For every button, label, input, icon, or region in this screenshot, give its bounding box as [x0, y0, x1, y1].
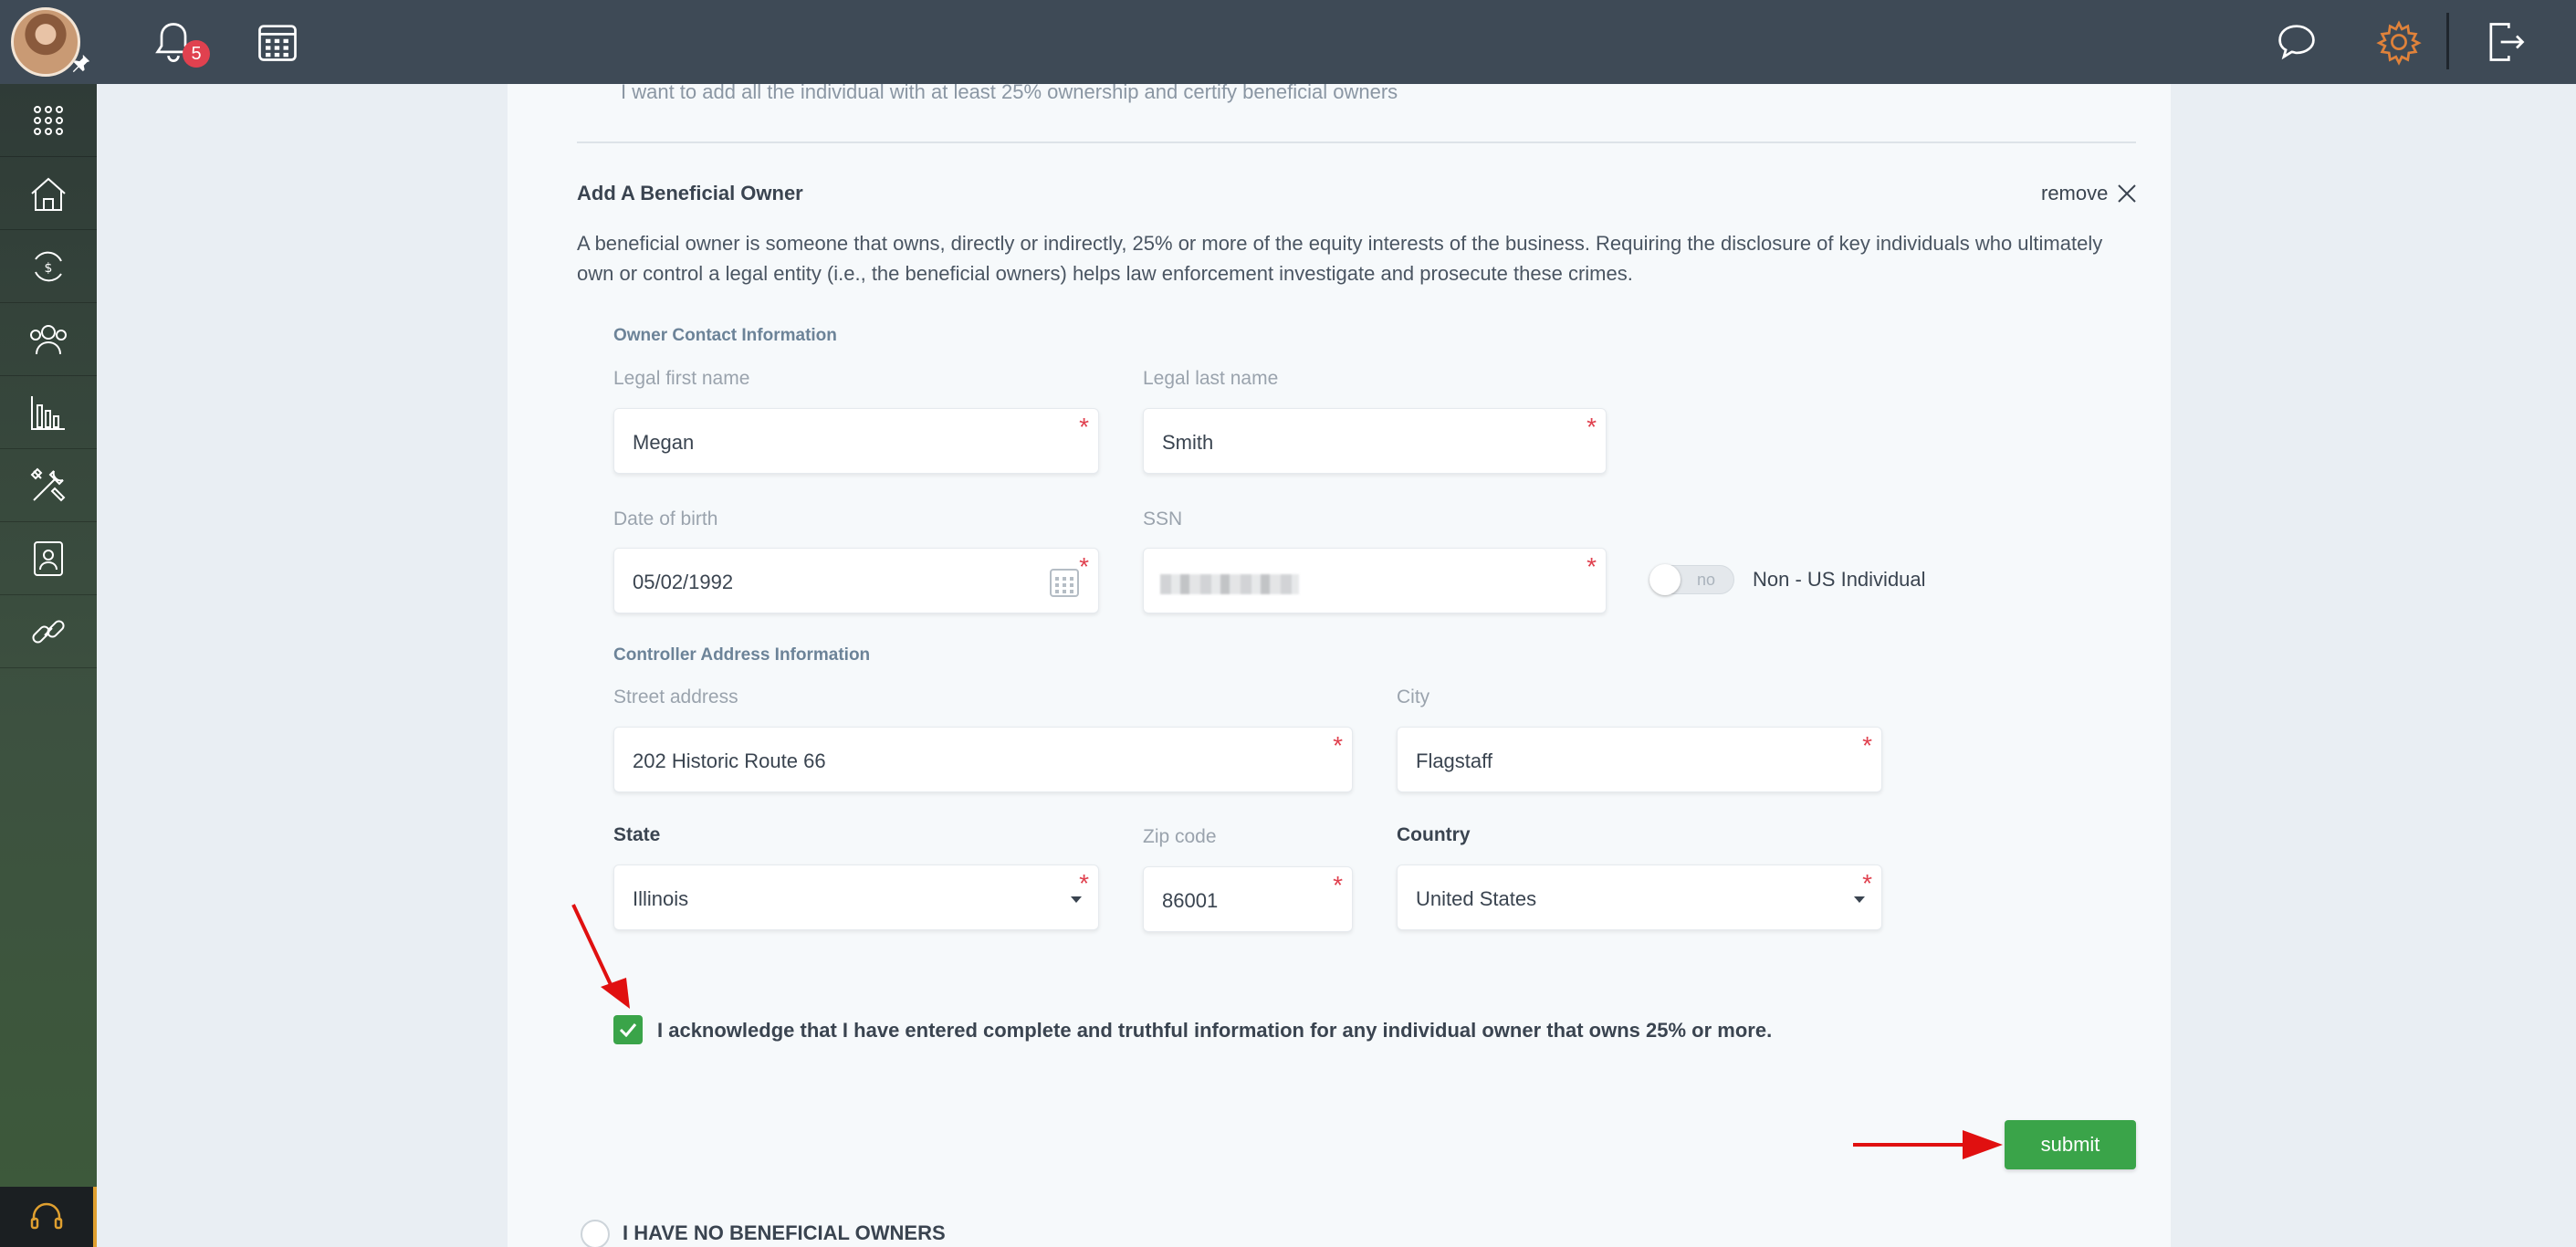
last-name-value: Smith: [1162, 431, 1214, 454]
date-picker-icon[interactable]: [1049, 567, 1080, 598]
calendar-icon[interactable]: [254, 18, 301, 66]
address-section-title: Controller Address Information: [613, 645, 871, 665]
first-name-label: Legal first name: [613, 368, 750, 389]
required-marker: *: [1079, 552, 1089, 581]
no-owners-radio[interactable]: [581, 1220, 610, 1247]
annotation-arrow-checkbox: [571, 904, 630, 1009]
tools-icon[interactable]: [0, 449, 97, 522]
gear-icon[interactable]: [2375, 18, 2423, 66]
transfer-icon[interactable]: $: [0, 230, 97, 303]
home-icon[interactable]: [0, 157, 97, 230]
user-avatar[interactable]: [11, 7, 80, 77]
last-name-label: Legal last name: [1143, 368, 1279, 389]
link-icon[interactable]: [0, 595, 97, 668]
required-marker: *: [1333, 731, 1343, 760]
dob-value: 05/02/1992: [633, 571, 734, 593]
annotation-arrow-submit: [1853, 1130, 2003, 1159]
zip-label: Zip code: [1143, 826, 1217, 847]
checkmark-icon: [619, 1023, 637, 1037]
country-label: Country: [1397, 824, 1471, 845]
svg-text:$: $: [45, 261, 53, 276]
state-select[interactable]: Illinois *: [613, 865, 1099, 930]
country-select[interactable]: United States *: [1397, 865, 1882, 930]
city-value: Flagstaff: [1416, 749, 1492, 772]
acknowledge-checkbox[interactable]: [613, 1015, 643, 1044]
support-headset-icon[interactable]: [0, 1187, 97, 1247]
street-label: Street address: [613, 686, 738, 707]
street-value: 202 Historic Route 66: [633, 749, 826, 772]
topbar-divider: [2446, 13, 2449, 69]
users-icon[interactable]: [0, 303, 97, 376]
zip-field[interactable]: 86001 *: [1143, 866, 1353, 932]
chevron-down-icon: [1854, 896, 1865, 903]
required-marker: *: [1586, 413, 1597, 441]
city-label: City: [1397, 686, 1430, 707]
remove-button[interactable]: remove: [2041, 182, 2137, 205]
no-owners-label: I HAVE NO BENEFICIAL OWNERS: [623, 1221, 946, 1244]
state-value: Illinois: [633, 887, 689, 910]
first-name-field[interactable]: Megan *: [613, 408, 1099, 474]
required-marker: *: [1862, 869, 1872, 897]
remove-label: remove: [2041, 182, 2109, 204]
last-name-field[interactable]: Smith *: [1143, 408, 1607, 474]
required-marker: *: [1079, 869, 1089, 897]
ssn-field[interactable]: *: [1143, 548, 1607, 613]
ssn-masked-value: [1160, 574, 1299, 594]
certify-option-text: I want to add all the individual with at…: [621, 80, 1398, 103]
non-us-label: Non - US Individual: [1753, 568, 1926, 591]
top-bar: 5: [0, 0, 2576, 84]
section-divider: [577, 141, 2136, 143]
acknowledge-label: I acknowledge that I have entered comple…: [657, 1019, 1773, 1042]
required-marker: *: [1586, 552, 1597, 581]
toggle-knob: [1649, 564, 1681, 595]
first-name-value: Megan: [633, 431, 695, 454]
beneficial-owner-description: A beneficial owner is someone that owns,…: [577, 232, 2103, 285]
apps-grid-icon[interactable]: [0, 84, 97, 157]
dob-field[interactable]: 05/02/1992 *: [613, 548, 1099, 613]
chevron-down-icon: [1071, 896, 1082, 903]
state-label: State: [613, 824, 661, 845]
city-field[interactable]: Flagstaff *: [1397, 727, 1882, 792]
close-icon: [2118, 184, 2137, 203]
logout-icon[interactable]: [2481, 18, 2529, 66]
required-marker: *: [1862, 731, 1872, 760]
dob-label: Date of birth: [613, 508, 718, 529]
required-marker: *: [1079, 413, 1089, 441]
street-field[interactable]: 202 Historic Route 66 *: [613, 727, 1353, 792]
country-value: United States: [1416, 887, 1537, 910]
reports-icon[interactable]: [0, 376, 97, 449]
sidebar: $: [0, 84, 97, 1247]
contact-card-icon[interactable]: [0, 522, 97, 595]
zip-value: 86001: [1162, 889, 1219, 912]
toggle-state-text: no: [1697, 571, 1716, 589]
non-us-toggle[interactable]: no: [1649, 564, 1734, 595]
submit-button[interactable]: submit: [2005, 1120, 2136, 1169]
notification-count-badge: 5: [183, 40, 210, 68]
pin-icon[interactable]: [71, 53, 91, 73]
required-marker: *: [1333, 871, 1343, 899]
chat-icon[interactable]: [2273, 18, 2320, 66]
form-title: Add A Beneficial Owner: [577, 182, 803, 204]
owner-section-title: Owner Contact Information: [613, 326, 837, 345]
ssn-label: SSN: [1143, 508, 1183, 529]
